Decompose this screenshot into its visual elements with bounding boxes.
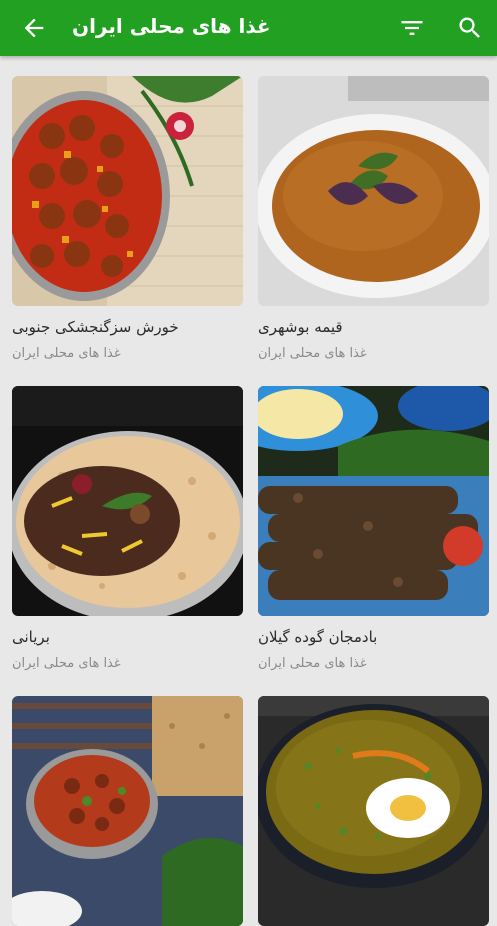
food-name: بادمجان گوده گیلان: [258, 628, 378, 646]
food-card[interactable]: [258, 696, 489, 926]
food-category: غذا های محلی ایران: [258, 656, 367, 671]
search-icon[interactable]: [456, 14, 484, 42]
app-bar: غذا های محلی ایران: [0, 0, 497, 56]
food-category: غذا های محلی ایران: [258, 346, 367, 361]
food-name: بریانی: [12, 628, 50, 646]
food-card[interactable]: بریانی غذا های محلی ایران: [12, 386, 243, 686]
food-image: [12, 386, 243, 616]
food-card[interactable]: [12, 696, 243, 926]
page-title: غذا های محلی ایران: [72, 14, 271, 38]
food-image: [12, 696, 243, 926]
food-name: قیمه بوشهری: [258, 318, 343, 336]
filter-icon[interactable]: [398, 14, 426, 42]
food-grid: خورش سزگنجشکی جنوبی غذا های محلی ایران ق…: [0, 56, 497, 926]
food-image: [258, 386, 489, 616]
food-card[interactable]: خورش سزگنجشکی جنوبی غذا های محلی ایران: [12, 76, 243, 376]
food-name: خورش سزگنجشکی جنوبی: [12, 318, 179, 336]
food-category: غذا های محلی ایران: [12, 346, 121, 361]
food-image: [258, 696, 489, 926]
food-image: [258, 76, 489, 306]
food-category: غذا های محلی ایران: [12, 656, 121, 671]
arrow-back-icon[interactable]: [20, 14, 48, 42]
food-image: [12, 76, 243, 306]
food-card[interactable]: قیمه بوشهری غذا های محلی ایران: [258, 76, 489, 376]
food-card[interactable]: بادمجان گوده گیلان غذا های محلی ایران: [258, 386, 489, 686]
